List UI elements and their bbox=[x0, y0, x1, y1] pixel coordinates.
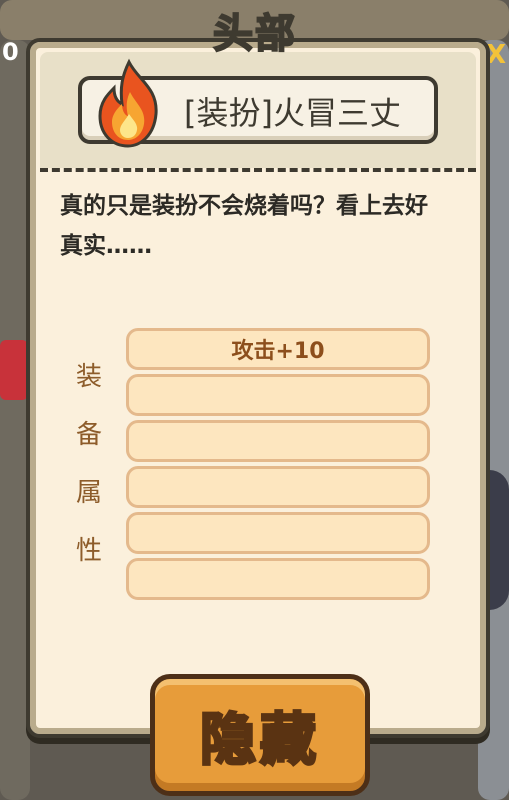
panel-title: 头部 bbox=[212, 10, 297, 58]
panel-title-tab: 头部 bbox=[190, 0, 320, 60]
item-name: [装扮]火冒三丈 bbox=[184, 94, 401, 132]
attribute-slot bbox=[126, 374, 430, 416]
attribute-slot bbox=[126, 420, 430, 462]
attributes-label-char-4: 性 bbox=[75, 536, 102, 566]
background-number: 0 bbox=[2, 38, 19, 66]
attribute-slot bbox=[126, 558, 430, 600]
dashed-divider bbox=[40, 168, 476, 172]
hide-button-label: 隐藏 bbox=[199, 706, 320, 774]
attributes-label-char-3: 属 bbox=[75, 478, 102, 508]
attribute-slot bbox=[126, 466, 430, 508]
fire-icon bbox=[98, 58, 158, 148]
attribute-slot bbox=[126, 512, 430, 554]
item-description: 真的只是装扮不会烧着吗？看上去好真实…… bbox=[60, 193, 428, 259]
attributes-label-char-1: 装 bbox=[75, 362, 102, 392]
attribute-slot: 攻击+10 bbox=[126, 328, 430, 370]
attributes-label-char-2: 备 bbox=[75, 420, 102, 450]
red-gem-blur bbox=[0, 340, 28, 400]
hide-button[interactable]: 隐藏 bbox=[150, 674, 370, 796]
